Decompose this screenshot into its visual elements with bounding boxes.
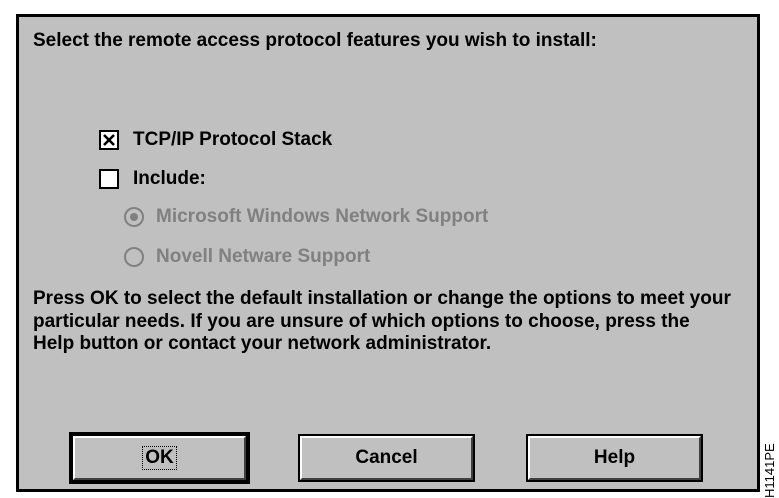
include-label: Include: [133, 168, 206, 189]
radio-button[interactable] [124, 247, 144, 267]
check-x-icon [103, 134, 115, 146]
tcpip-checkbox[interactable] [99, 130, 119, 150]
radio-microsoft-network[interactable]: Microsoft Windows Network Support [124, 205, 488, 229]
prompt-text: Select the remote access protocol featur… [33, 30, 597, 51]
include-option[interactable]: Include: [99, 167, 206, 191]
radio-novell-netware[interactable]: Novell Netware Support [124, 245, 370, 269]
info-text: Press OK to select the default installat… [33, 288, 731, 354]
radio-microsoft-label: Microsoft Windows Network Support [156, 206, 489, 227]
cancel-button[interactable]: Cancel [298, 434, 475, 482]
tcpip-option[interactable]: TCP/IP Protocol Stack [99, 128, 332, 152]
ok-button-label: OK [142, 446, 177, 470]
include-checkbox[interactable] [99, 169, 119, 189]
ok-button[interactable]: OK [69, 432, 250, 484]
help-button[interactable]: Help [526, 434, 703, 482]
radio-novell-label: Novell Netware Support [156, 246, 371, 267]
radio-button-selected[interactable] [124, 207, 144, 227]
tcpip-label: TCP/IP Protocol Stack [133, 129, 333, 150]
help-button-label: Help [593, 447, 636, 468]
cancel-button-label: Cancel [355, 447, 418, 468]
figure-id-label: H1141PE [762, 443, 777, 498]
radio-dot-icon [130, 213, 138, 221]
